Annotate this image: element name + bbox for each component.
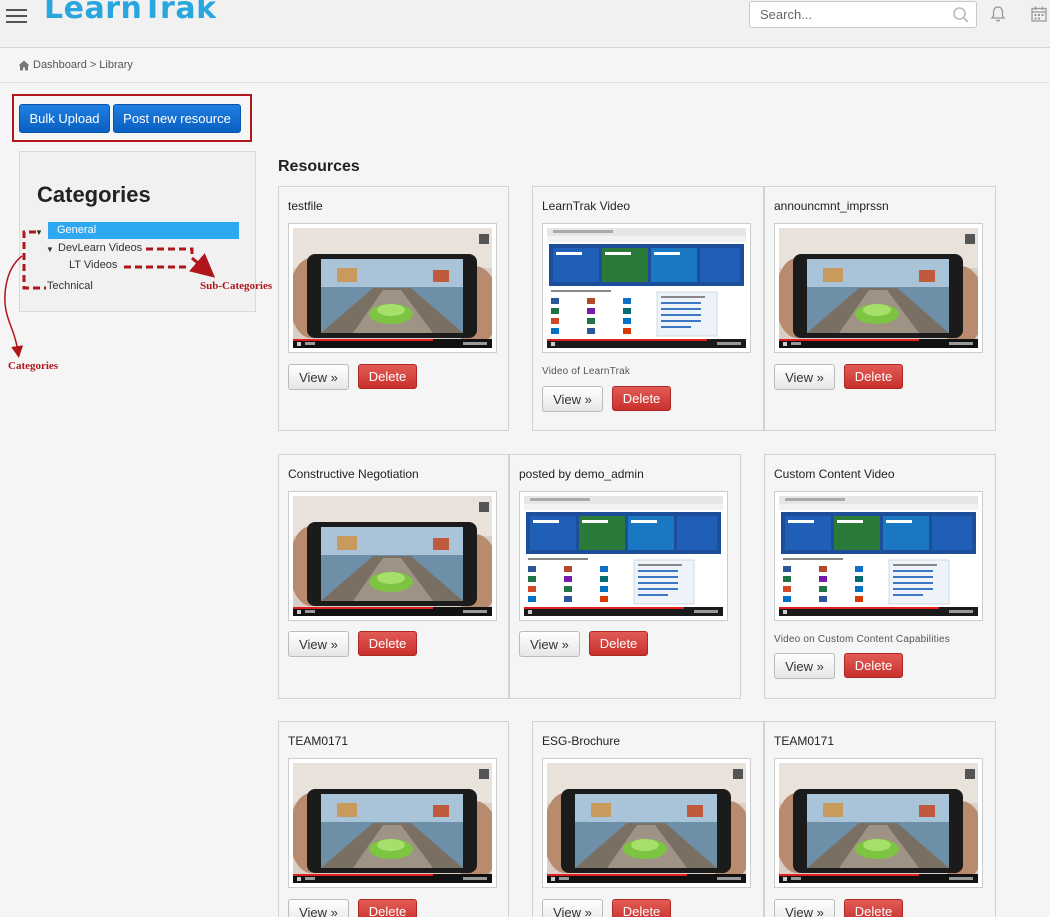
app-logo[interactable]: LearnTrak bbox=[44, 0, 217, 26]
resource-title[interactable]: ESG-Brochure bbox=[542, 734, 620, 748]
annotation-categories: Categories bbox=[8, 360, 59, 372]
view-button[interactable]: View » bbox=[519, 631, 580, 657]
search-input[interactable] bbox=[750, 2, 945, 27]
view-button[interactable]: View » bbox=[542, 899, 603, 917]
expand-arrow-icon[interactable]: ▼ bbox=[46, 245, 54, 254]
hamburger-menu-icon[interactable] bbox=[6, 9, 27, 23]
video-thumbnail[interactable] bbox=[288, 223, 497, 353]
video-thumbnail[interactable] bbox=[774, 491, 983, 621]
video-thumbnail-image bbox=[779, 228, 978, 348]
view-button[interactable]: View » bbox=[774, 899, 835, 917]
video-thumbnail-image bbox=[547, 228, 746, 348]
delete-button[interactable]: Delete bbox=[358, 899, 417, 917]
resource-card: testfile View » Delete bbox=[278, 186, 509, 431]
video-thumbnail[interactable] bbox=[774, 758, 983, 888]
delete-button[interactable]: Delete bbox=[844, 899, 903, 917]
resource-card: TEAM0171 View » Delete bbox=[764, 721, 996, 917]
video-thumbnail[interactable] bbox=[519, 491, 728, 621]
category-general[interactable]: General bbox=[48, 222, 239, 239]
resource-card: ESG-Brochure View » Delete bbox=[532, 721, 764, 917]
video-thumbnail-image bbox=[779, 496, 978, 616]
search-box bbox=[749, 1, 977, 28]
calendar-icon[interactable] bbox=[1030, 5, 1048, 23]
annotation-sub-categories: Sub-Categories bbox=[200, 280, 273, 292]
breadcrumb: Dashboard > Library bbox=[18, 59, 133, 71]
video-thumbnail[interactable] bbox=[542, 223, 751, 353]
resource-title[interactable]: TEAM0171 bbox=[288, 734, 348, 748]
resource-title[interactable]: Constructive Negotiation bbox=[288, 467, 419, 481]
breadcrumb-bar: Dashboard > Library bbox=[0, 49, 1050, 83]
resource-card: LearnTrak Video Video of LearnTrak View … bbox=[532, 186, 764, 431]
video-thumbnail-image bbox=[779, 763, 978, 883]
video-thumbnail-image bbox=[293, 763, 492, 883]
view-button[interactable]: View » bbox=[774, 364, 835, 390]
resource-title[interactable]: Custom Content Video bbox=[774, 467, 895, 481]
resource-card: announcmnt_imprssn View » Delete bbox=[764, 186, 996, 431]
bulk-upload-button[interactable]: Bulk Upload bbox=[19, 104, 110, 133]
video-thumbnail-image bbox=[547, 763, 746, 883]
top-navbar: LearnTrak bbox=[0, 0, 1050, 48]
breadcrumb-dashboard-link[interactable]: Dashboard bbox=[33, 59, 87, 71]
breadcrumb-separator: > bbox=[89, 59, 97, 71]
view-button[interactable]: View » bbox=[288, 364, 349, 390]
category-technical[interactable]: Technical bbox=[47, 280, 93, 292]
view-button[interactable]: View » bbox=[288, 631, 349, 657]
delete-button[interactable]: Delete bbox=[358, 364, 417, 389]
video-thumbnail-image bbox=[293, 228, 492, 348]
home-icon bbox=[18, 60, 30, 70]
delete-button[interactable]: Delete bbox=[589, 631, 648, 656]
view-button[interactable]: View » bbox=[542, 386, 603, 412]
video-thumbnail[interactable] bbox=[288, 491, 497, 621]
delete-button[interactable]: Delete bbox=[612, 899, 671, 917]
resource-description: Video of LearnTrak bbox=[542, 366, 631, 377]
resource-title[interactable]: testfile bbox=[288, 199, 323, 213]
resource-title[interactable]: announcmnt_imprssn bbox=[774, 199, 889, 213]
view-button[interactable]: View » bbox=[774, 653, 835, 679]
resource-title[interactable]: TEAM0171 bbox=[774, 734, 834, 748]
expand-arrow-icon[interactable]: ▼ bbox=[35, 228, 43, 237]
categories-title: Categories bbox=[37, 182, 151, 207]
video-thumbnail-image bbox=[293, 496, 492, 616]
post-new-resource-button[interactable]: Post new resource bbox=[113, 104, 241, 133]
resource-card: Custom Content Video Video on Custom Con… bbox=[764, 454, 996, 699]
resource-title[interactable]: LearnTrak Video bbox=[542, 199, 630, 213]
category-lt-videos[interactable]: LT Videos bbox=[69, 259, 117, 271]
delete-button[interactable]: Delete bbox=[844, 653, 903, 678]
notification-bell-icon[interactable] bbox=[989, 5, 1007, 23]
resource-card: TEAM0171 View » Delete bbox=[278, 721, 509, 917]
search-icon[interactable] bbox=[952, 6, 970, 24]
delete-button[interactable]: Delete bbox=[844, 364, 903, 389]
video-thumbnail-image bbox=[524, 496, 723, 616]
resource-title[interactable]: posted by demo_admin bbox=[519, 467, 644, 481]
delete-button[interactable]: Delete bbox=[612, 386, 671, 411]
view-button[interactable]: View » bbox=[288, 899, 349, 917]
breadcrumb-current: Library bbox=[99, 59, 133, 71]
category-devlearn-videos[interactable]: DevLearn Videos bbox=[58, 242, 142, 254]
resource-card: Constructive Negotiation View » Delete bbox=[278, 454, 509, 699]
video-thumbnail[interactable] bbox=[288, 758, 497, 888]
delete-button[interactable]: Delete bbox=[358, 631, 417, 656]
resources-heading: Resources bbox=[278, 158, 360, 175]
video-thumbnail[interactable] bbox=[774, 223, 983, 353]
resource-card: posted by demo_admin View » Delete bbox=[509, 454, 741, 699]
resource-description: Video on Custom Content Capabilities bbox=[774, 634, 951, 645]
video-thumbnail[interactable] bbox=[542, 758, 751, 888]
